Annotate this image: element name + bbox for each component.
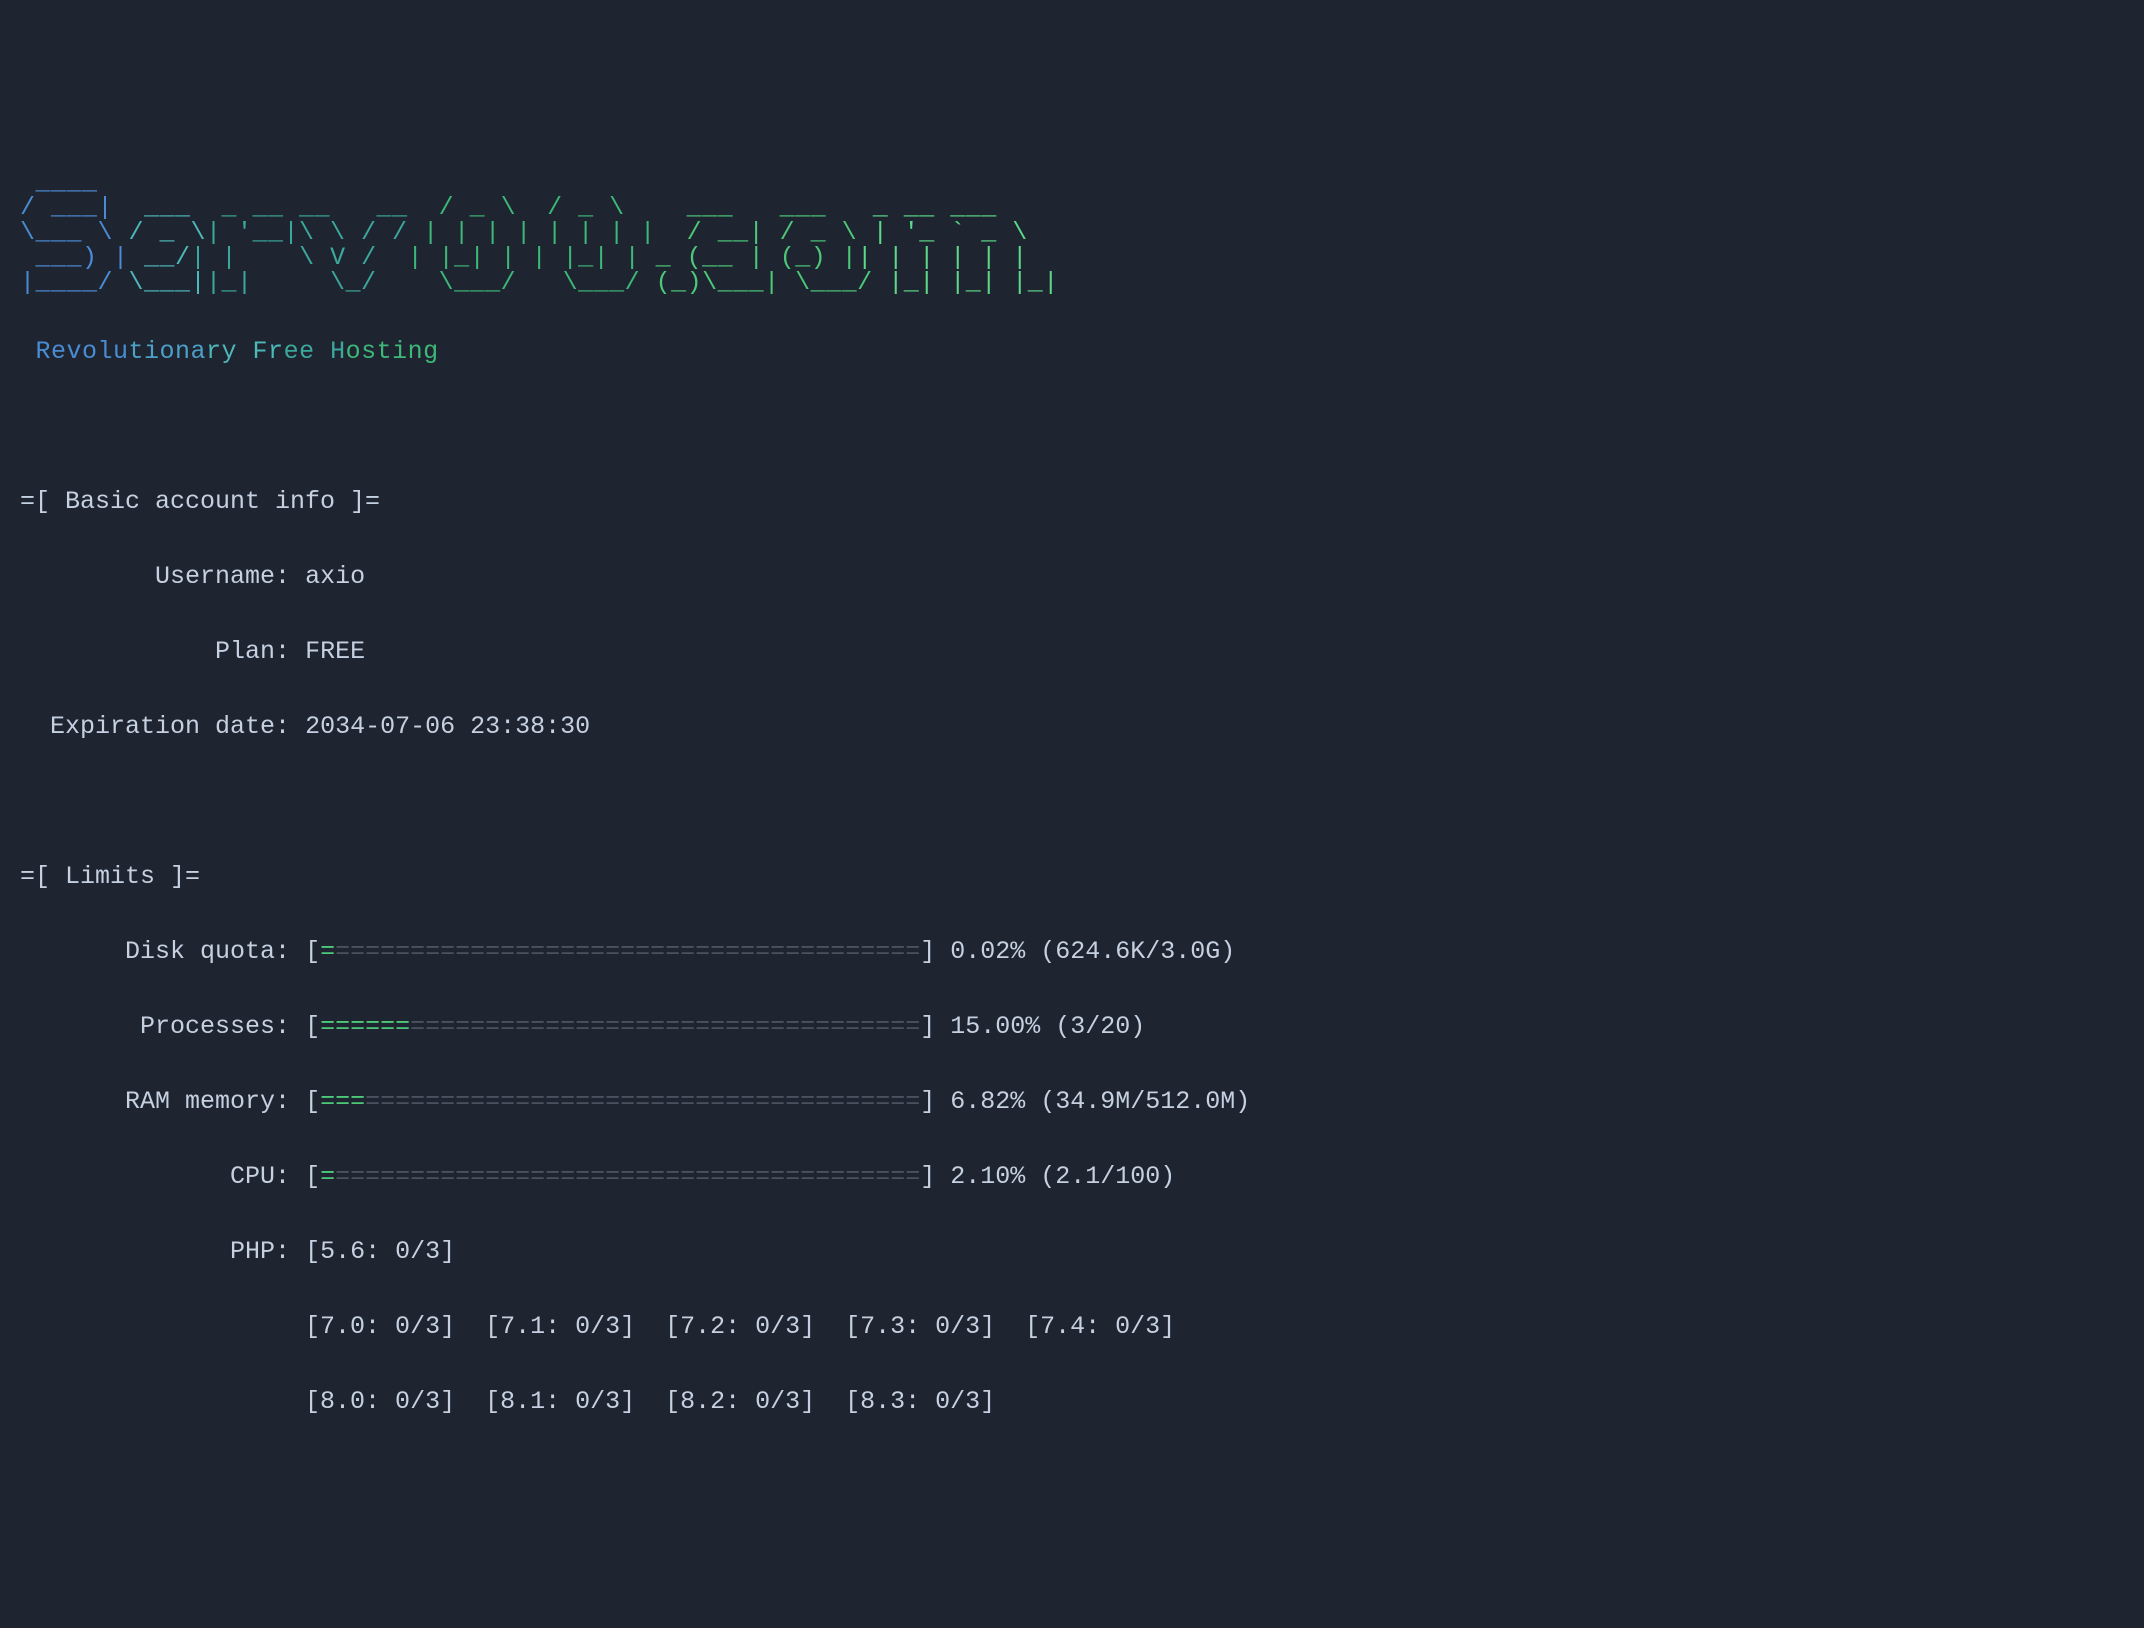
blank-row [20, 408, 2124, 446]
tagline-part-2: tiona [129, 337, 207, 366]
blank-row [20, 783, 2124, 821]
ram-bar-fill: === [320, 1087, 365, 1116]
processes-label: Processes: [140, 1012, 290, 1041]
disk-quota-label: Disk quota: [125, 937, 290, 966]
disk-quota-row: Disk quota: [===========================… [20, 933, 2124, 971]
cpu-bar-fill: = [320, 1162, 335, 1191]
php-line-3: [8.0: 0/3] [8.1: 0/3] [8.2: 0/3] [8.3: 0… [305, 1387, 995, 1416]
processes-percent: 15.00% [950, 1012, 1040, 1041]
ram-label: RAM memory: [125, 1087, 290, 1116]
username-row: Username: axio [20, 558, 2124, 596]
section-basic-info-header: =[ Basic account info ]= [20, 483, 2124, 521]
disk-quota-percent: 0.02% [950, 937, 1025, 966]
tagline-part-1: Revolu [36, 337, 129, 366]
tagline: Revolutionary Free Hosting [20, 333, 2124, 371]
processes-detail: (3/20) [1055, 1012, 1145, 1041]
expiration-label: Expiration date: [50, 712, 290, 741]
ascii-logo: ____ / ___| ___ _ __ __ __ / _ \ / _ \ _… [20, 170, 2124, 295]
plan-label: Plan: [215, 637, 290, 666]
disk-quota-detail: (624.6K/3.0G) [1040, 937, 1235, 966]
cpu-bar-empty: ======================================= [335, 1162, 920, 1191]
processes-bar-empty: ================================== [410, 1012, 920, 1041]
php-row-3: [8.0: 0/3] [8.1: 0/3] [8.2: 0/3] [8.3: 0… [20, 1383, 2124, 1421]
username-value: axio [305, 562, 365, 591]
tagline-part-3: ry Fr [206, 337, 284, 366]
ram-bar-empty: ===================================== [365, 1087, 920, 1116]
section-basic-info-title: =[ Basic account info ]= [20, 487, 380, 516]
expiration-row: Expiration date: 2034-07-06 23:38:30 [20, 708, 2124, 746]
cpu-row: CPU: [==================================… [20, 1158, 2124, 1196]
disk-quota-bar-empty: ======================================= [335, 937, 920, 966]
username-label: Username: [155, 562, 290, 591]
php-row-1: PHP: [5.6: 0/3] [20, 1233, 2124, 1271]
plan-value: FREE [305, 637, 365, 666]
expiration-value: 2034-07-06 23:38:30 [305, 712, 590, 741]
plan-row: Plan: FREE [20, 633, 2124, 671]
ram-row: RAM memory: [===========================… [20, 1083, 2124, 1121]
php-row-2: [7.0: 0/3] [7.1: 0/3] [7.2: 0/3] [7.3: 0… [20, 1308, 2124, 1346]
cpu-label: CPU: [230, 1162, 290, 1191]
ram-detail: (34.9M/512.0M) [1040, 1087, 1250, 1116]
php-label: PHP: [230, 1237, 290, 1266]
processes-row: Processes: [============================… [20, 1008, 2124, 1046]
ram-percent: 6.82% [950, 1087, 1025, 1116]
disk-quota-bar-fill: = [320, 937, 335, 966]
cpu-detail: (2.1/100) [1040, 1162, 1175, 1191]
tagline-part-5: osting [346, 337, 439, 366]
php-line-1: [5.6: 0/3] [305, 1237, 455, 1266]
tagline-part-4: ee H [284, 337, 346, 366]
processes-bar-fill: ====== [320, 1012, 410, 1041]
section-limits-header: =[ Limits ]= [20, 858, 2124, 896]
php-line-2: [7.0: 0/3] [7.1: 0/3] [7.2: 0/3] [7.3: 0… [305, 1312, 1175, 1341]
section-limits-title: =[ Limits ]= [20, 862, 200, 891]
cpu-percent: 2.10% [950, 1162, 1025, 1191]
